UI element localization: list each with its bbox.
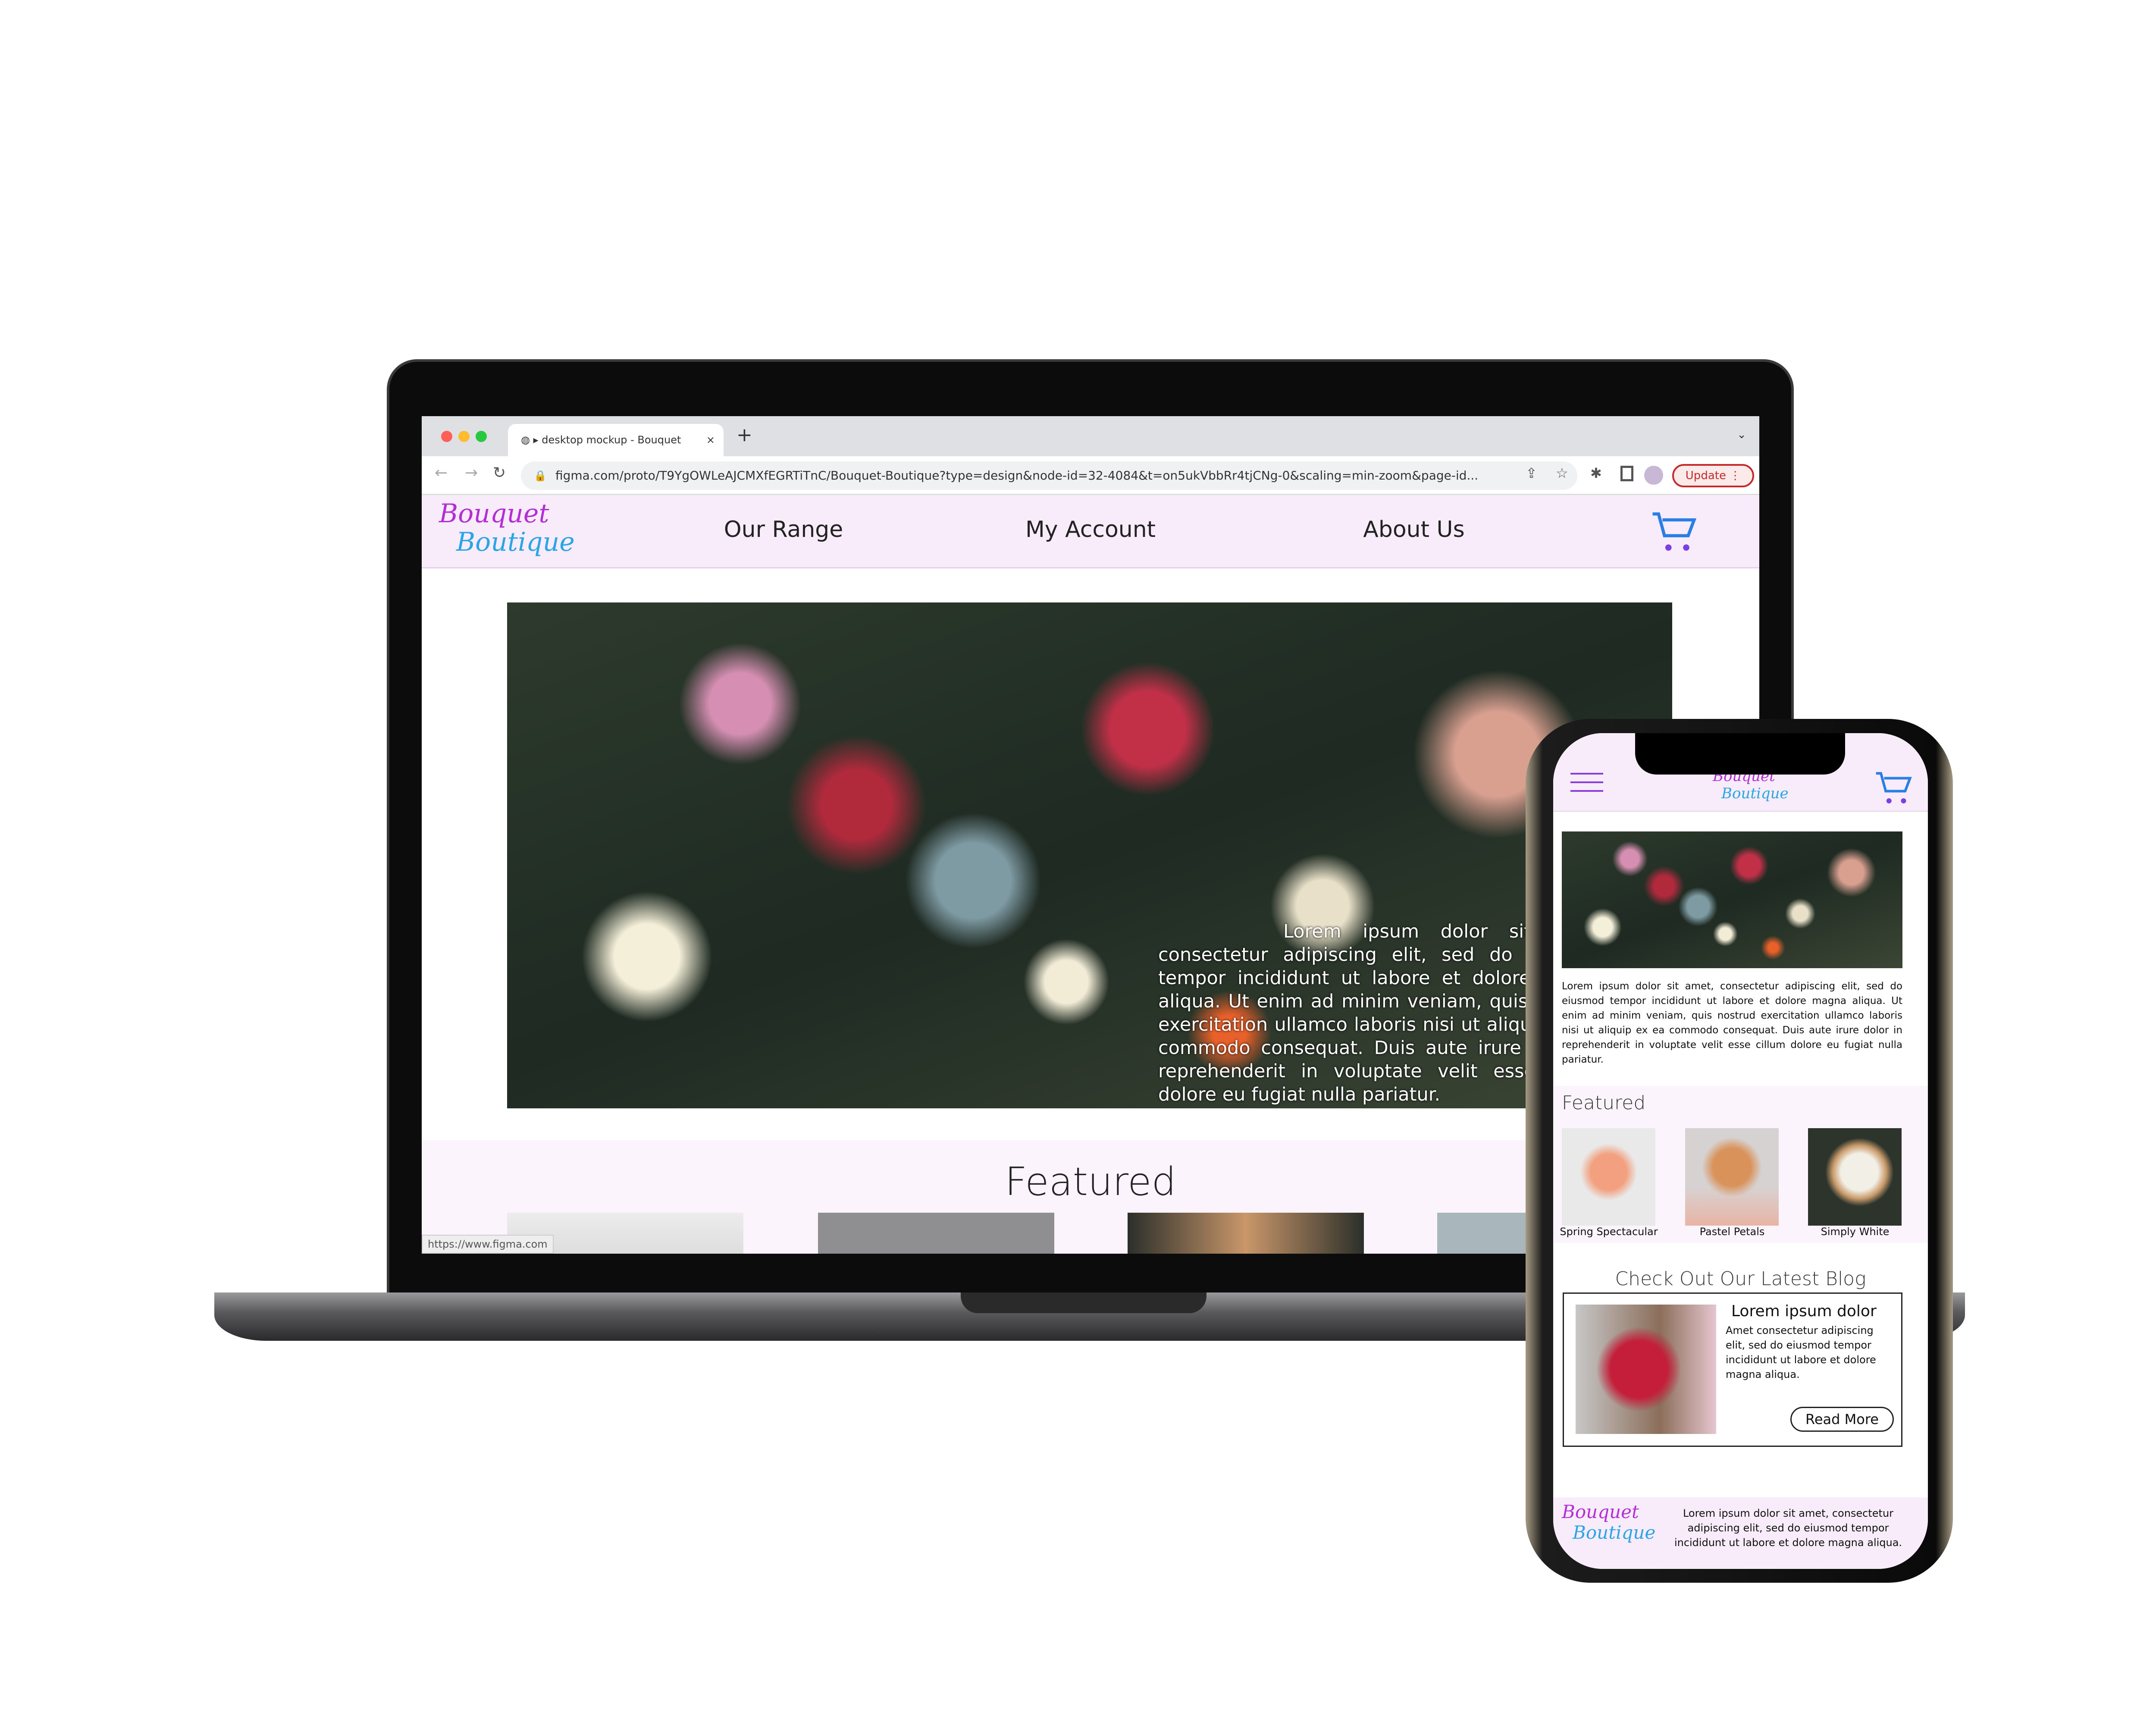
- blog-section-title: Check Out Our Latest Blog: [1615, 1268, 1866, 1290]
- tab-bar: ◍ ▸ desktop mockup - Bouquet × + ⌄: [422, 416, 1759, 456]
- back-icon[interactable]: ←: [435, 464, 448, 482]
- tab-title: ▸ desktop mockup - Bouquet: [533, 434, 681, 446]
- product-name[interactable]: Pastel Petals: [1672, 1226, 1792, 1238]
- phone-notch: [1635, 733, 1845, 775]
- read-more-button[interactable]: Read More: [1790, 1407, 1894, 1432]
- nav-my-account[interactable]: My Account: [1025, 517, 1156, 543]
- forward-icon[interactable]: →: [465, 464, 478, 482]
- site-navbar: Bouquet Boutique Our Range My Account Ab…: [422, 495, 1759, 568]
- tab-list-chevron-icon[interactable]: ⌄: [1737, 428, 1746, 441]
- mobile-hero-image: [1562, 831, 1902, 968]
- product-image-simply-white[interactable]: [1808, 1128, 1902, 1226]
- hamburger-menu-icon[interactable]: [1570, 772, 1603, 793]
- share-icon[interactable]: ⇪: [1526, 465, 1537, 481]
- logo-line1: Bouquet: [1562, 1501, 1639, 1522]
- product-image-spring-spectacular[interactable]: [1562, 1128, 1655, 1226]
- side-panel-icon[interactable]: [1620, 466, 1633, 481]
- mobile-footer: Bouquet Boutique Lorem ipsum dolor sit a…: [1553, 1497, 1928, 1569]
- blog-excerpt: Amet consectetur adipiscing elit, sed do…: [1726, 1324, 1876, 1380]
- featured-product-image[interactable]: [818, 1213, 1054, 1254]
- product-name[interactable]: Spring Spectacular: [1553, 1226, 1669, 1238]
- minimize-window-button[interactable]: [458, 431, 470, 442]
- globe-icon: ◍: [521, 434, 533, 446]
- logo-line2: Boutique: [1721, 785, 1789, 802]
- new-tab-button[interactable]: +: [736, 424, 752, 446]
- extensions-icon[interactable]: ✱: [1590, 465, 1602, 481]
- close-window-button[interactable]: [441, 431, 452, 442]
- footer-logo: Bouquet Boutique: [1562, 1502, 1655, 1543]
- update-label: Update: [1685, 469, 1726, 482]
- blog-image: [1576, 1305, 1716, 1434]
- product-name[interactable]: Simply White: [1795, 1226, 1915, 1238]
- address-row: ← → ↻ 🔒 figma.com/proto/T9YgOWLeAJCMXfEG…: [422, 456, 1759, 495]
- status-url: https://www.figma.com: [422, 1235, 554, 1254]
- mobile-featured-title: Featured: [1562, 1092, 1646, 1114]
- laptop-notch: [961, 1292, 1206, 1313]
- logo-line2: Boutique: [1573, 1522, 1656, 1543]
- update-button[interactable]: Update ⋮: [1672, 464, 1754, 487]
- featured-product-image[interactable]: [1128, 1213, 1364, 1254]
- product-image-pastel-petals[interactable]: [1685, 1128, 1779, 1226]
- mobile-site: Bouquet Boutique Lorem ipsum dolor sit a…: [1553, 733, 1928, 1569]
- footer-text: Lorem ipsum dolor sit amet, consectetur …: [1674, 1507, 1902, 1549]
- cart-icon[interactable]: [1651, 508, 1698, 555]
- nav-about-us[interactable]: About Us: [1363, 517, 1464, 543]
- reload-icon[interactable]: ↻: [493, 464, 506, 482]
- browser-tab[interactable]: ◍ ▸ desktop mockup - Bouquet ×: [508, 424, 724, 456]
- logo-line2: Boutique: [456, 527, 575, 557]
- url-text: figma.com/proto/T9YgOWLeAJCMXfEGRTiTnC/B…: [555, 468, 1479, 483]
- site-logo[interactable]: Bouquet Boutique: [439, 499, 575, 556]
- nav-our-range[interactable]: Our Range: [724, 517, 843, 543]
- lock-icon: 🔒: [534, 470, 547, 482]
- bookmark-star-icon[interactable]: ☆: [1556, 465, 1568, 481]
- address-bar[interactable]: 🔒 figma.com/proto/T9YgOWLeAJCMXfEGRTiTnC…: [521, 461, 1577, 490]
- mobile-intro-text: Lorem ipsum dolor sit amet, consectetur …: [1562, 981, 1902, 1065]
- profile-avatar[interactable]: [1644, 466, 1663, 485]
- blog-title[interactable]: Lorem ipsum dolor: [1731, 1302, 1877, 1320]
- blog-card: Lorem ipsum dolor Amet consectetur adipi…: [1563, 1292, 1902, 1447]
- tab-close-icon[interactable]: ×: [706, 424, 715, 456]
- logo-line1: Bouquet: [439, 499, 549, 529]
- maximize-window-button[interactable]: [476, 431, 487, 442]
- cart-icon[interactable]: [1874, 769, 1913, 807]
